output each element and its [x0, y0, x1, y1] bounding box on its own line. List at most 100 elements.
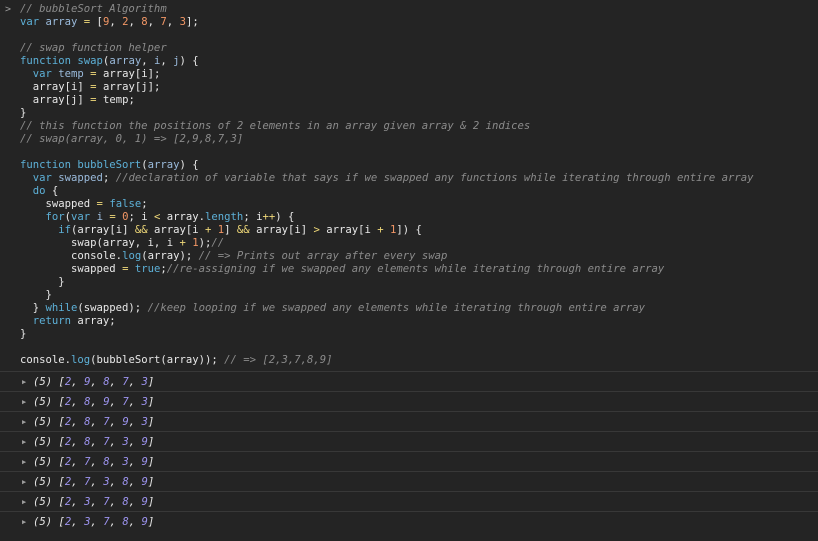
code-token: console. [20, 354, 72, 366]
code-line: for(var i = 0; i < array.length; i++) { [20, 211, 818, 224]
triangle-right-icon[interactable]: ▶ [22, 412, 26, 432]
array-value: 8 [84, 396, 91, 408]
code-token: //declaration of variable that says if w… [115, 172, 754, 184]
console-output-row[interactable]: ▶ (5) [2, 3, 7, 8, 9] [0, 491, 818, 511]
code-token: = [122, 263, 135, 275]
console-output-row[interactable]: ▶ (5) [2, 8, 9, 7, 3] [0, 391, 818, 411]
array-value: 7 [122, 396, 129, 408]
code-token: = [90, 81, 103, 93]
code-token: var [32, 68, 59, 80]
console-output-row[interactable]: ▶ (5) [2, 8, 7, 3, 9] [0, 431, 818, 451]
triangle-right-icon[interactable]: ▶ [22, 512, 26, 532]
array-value: 9 [141, 516, 148, 528]
array-value: 9 [141, 436, 148, 448]
code-token: ) { [179, 55, 199, 67]
array-value: 2 [64, 516, 72, 528]
triangle-right-icon[interactable]: ▶ [22, 472, 26, 492]
code-line: swapped = false; [20, 198, 818, 211]
console-output-row[interactable]: ▶ (5) [2, 7, 8, 3, 9] [0, 451, 818, 471]
array-length: (5) [33, 496, 53, 508]
code-token: = [90, 94, 103, 106]
array-value: 9 [141, 456, 148, 468]
code-token: // swap(array, 0, 1) => [2,9,8,7,3] [20, 133, 244, 145]
code-token: do [32, 185, 52, 197]
console-output-row[interactable]: ▶ (5) [2, 7, 3, 8, 9] [0, 471, 818, 491]
code-token: , [128, 16, 142, 28]
code-token: function [20, 55, 78, 67]
code-block[interactable]: // bubbleSort Algorithm var array = [9, 2… [20, 3, 818, 367]
array-value: 7 [122, 376, 129, 388]
array-length: (5) [33, 516, 53, 528]
array-value: 7 [103, 416, 110, 428]
code-token: (array[i] [71, 224, 135, 236]
array-value: 2 [64, 396, 72, 408]
code-token: ++ [262, 211, 276, 223]
code-token: array[i] [20, 81, 91, 93]
code-line: var temp = array[i]; [20, 68, 818, 81]
triangle-right-icon[interactable]: ▶ [22, 392, 26, 412]
array-value: 3 [141, 416, 148, 428]
code-token: temp; [102, 94, 135, 106]
code-token: , [166, 16, 180, 28]
code-line: function bubbleSort(array) { [20, 159, 818, 172]
code-token: < [154, 211, 167, 223]
console-output-row[interactable]: ▶ (5) [2, 8, 7, 9, 3] [0, 411, 818, 431]
code-token: ]) { [396, 224, 422, 236]
console-output-row[interactable]: ▶ (5) [2, 3, 7, 8, 9] [0, 511, 818, 531]
code-token: ] [224, 224, 237, 236]
code-line: return array; [20, 315, 818, 328]
array-value: 3 [141, 396, 148, 408]
array-value: 9 [141, 496, 148, 508]
code-line: } [20, 328, 818, 341]
devtools-console: > // bubbleSort Algorithm var array = [9,… [0, 0, 818, 541]
code-line: var array = [9, 2, 8, 7, 3]; [20, 16, 818, 29]
code-line: // swap(array, 0, 1) => [2,9,8,7,3] [20, 133, 818, 146]
code-token: && [134, 224, 154, 236]
triangle-right-icon[interactable]: ▶ [22, 452, 26, 472]
code-token: array[i [326, 224, 378, 236]
array-value: 2 [64, 496, 72, 508]
array-value: 7 [103, 496, 110, 508]
array-value: 2 [64, 436, 72, 448]
code-token: array[j] [20, 94, 91, 106]
array-value: 3 [122, 456, 129, 468]
code-token: = [83, 68, 103, 80]
array-length: (5) [33, 476, 53, 488]
code-token: return [32, 315, 78, 327]
code-line: do { [20, 185, 818, 198]
code-token: + [377, 224, 391, 236]
code-token: ]; [185, 16, 199, 28]
triangle-right-icon[interactable]: ▶ [22, 432, 26, 452]
array-value: 7 [84, 476, 91, 488]
array-value: 2 [64, 456, 72, 468]
code-token: ) { [179, 159, 199, 171]
array-preview: (5) [2, 7, 8, 3, 9] [33, 456, 155, 468]
array-value: 8 [122, 496, 129, 508]
code-line: } [20, 289, 818, 302]
code-token: = [77, 16, 97, 28]
array-length: (5) [33, 396, 53, 408]
code-token: var [71, 211, 97, 223]
code-line: // bubbleSort Algorithm [20, 3, 818, 16]
code-token: ; i [243, 211, 263, 223]
chevron-right-icon: > [5, 4, 12, 15]
code-token: console. [20, 250, 123, 262]
code-token: //keep looping if we swapped any element… [147, 302, 646, 314]
code-token: array [45, 16, 78, 28]
code-token: { [51, 185, 59, 197]
triangle-right-icon[interactable]: ▶ [22, 372, 26, 392]
array-value: 8 [122, 516, 129, 528]
triangle-right-icon[interactable]: ▶ [22, 492, 26, 512]
code-token: length [205, 211, 244, 223]
code-line: if(array[i] && array[i + 1] && array[i] … [20, 224, 818, 237]
code-token: bubbleSort [77, 159, 142, 171]
console-input-entry: > // bubbleSort Algorithm var array = [9,… [0, 0, 818, 367]
code-token: , [141, 55, 154, 67]
console-output-row[interactable]: ▶ (5) [2, 9, 8, 7, 3] [0, 371, 818, 391]
array-value: 2 [64, 416, 72, 428]
code-token: swapped [58, 172, 103, 184]
code-token: array [109, 55, 142, 67]
code-line: swapped = true;//re-assigning if we swap… [20, 263, 818, 276]
